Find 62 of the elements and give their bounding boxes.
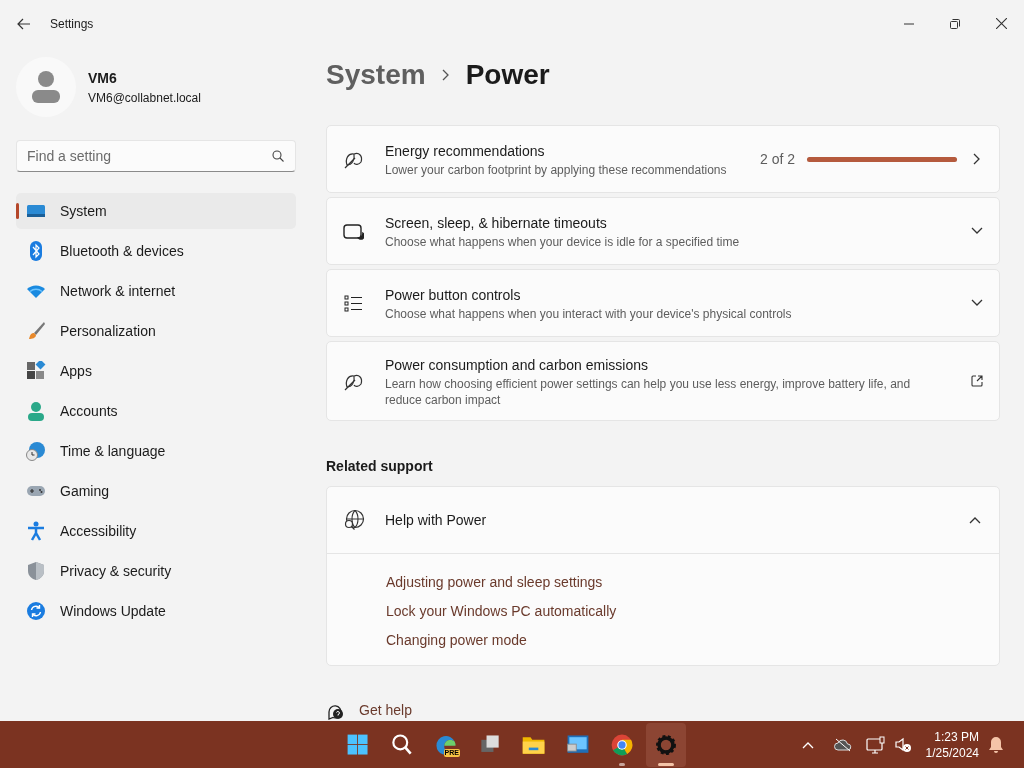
back-icon[interactable] bbox=[17, 16, 31, 31]
user-email: VM6@collabnet.local bbox=[88, 89, 201, 107]
card-description: Learn how choosing efficient power settings can help you use less energy, improve battery life, and reduce carbon impact bbox=[385, 375, 912, 408]
clock-date[interactable]: 1/25/2024 bbox=[925, 744, 979, 761]
paintbrush-icon bbox=[26, 321, 46, 341]
external-link-icon bbox=[971, 375, 983, 387]
setting-card[interactable]: Power button controls Choose what happens when you interact with your device's physical controls bbox=[326, 269, 1000, 337]
breadcrumb-link[interactable]: System bbox=[326, 54, 426, 96]
help-link[interactable]: Changing power mode bbox=[386, 630, 527, 650]
card-description: Choose what happens when you interact with your device's physical controls bbox=[385, 305, 793, 322]
nav-item[interactable]: System bbox=[16, 193, 296, 229]
search-field[interactable]: Find a setting bbox=[16, 140, 296, 172]
nav-item[interactable]: Apps bbox=[16, 353, 296, 389]
cloud-icon[interactable] bbox=[833, 737, 852, 752]
taskbar-button[interactable] bbox=[646, 723, 686, 767]
card-title: Power consumption and carbon emissions bbox=[385, 355, 650, 375]
windows-logo-icon[interactable] bbox=[345, 732, 371, 758]
nav-item[interactable]: Personalization bbox=[16, 313, 296, 349]
help-link[interactable]: Adjusting power and sleep settings bbox=[386, 572, 603, 592]
accessibility-icon bbox=[26, 521, 46, 541]
chevron-icon bbox=[441, 69, 450, 81]
person-icon bbox=[26, 401, 46, 421]
clock-time[interactable]: 1:23 PM bbox=[934, 728, 979, 745]
expander-title: Help with Power bbox=[385, 510, 487, 530]
bell-icon[interactable] bbox=[988, 735, 1004, 754]
get-help-link[interactable]: Get help bbox=[359, 700, 412, 721]
chrome-icon[interactable] bbox=[609, 732, 635, 758]
progress-count: 2 of 2 bbox=[759, 149, 795, 169]
page-title: Power bbox=[465, 58, 550, 92]
nav-item[interactable]: Accessibility bbox=[16, 513, 296, 549]
volume-muted-icon[interactable] bbox=[893, 735, 912, 754]
search-icon bbox=[272, 150, 284, 162]
nav-item[interactable]: Bluetooth & devices bbox=[16, 233, 296, 269]
close-icon[interactable] bbox=[995, 18, 1007, 29]
setting-card[interactable]: Energy recommendations Lower your carbon footprint by applying these recommendations 2 of 2 bbox=[326, 125, 1000, 193]
apps-icon bbox=[26, 361, 46, 381]
nav-item[interactable]: Network & internet bbox=[16, 273, 296, 309]
help-link[interactable]: Lock your Windows PC automatically bbox=[386, 601, 617, 621]
nav-item[interactable]: Accounts bbox=[16, 393, 296, 429]
chevron-up-icon[interactable] bbox=[801, 740, 814, 749]
list-icon bbox=[343, 292, 364, 314]
card-title: Power button controls bbox=[385, 285, 522, 305]
update-icon bbox=[26, 601, 46, 621]
section-heading: Related support bbox=[326, 457, 434, 476]
shield-icon bbox=[26, 561, 46, 581]
nav-item[interactable]: Gaming bbox=[16, 473, 296, 509]
window-title: Settings bbox=[50, 15, 94, 33]
user-name: VM6 bbox=[88, 68, 118, 88]
nav-item[interactable]: Privacy & security bbox=[16, 553, 296, 589]
nav-item[interactable]: Time & language bbox=[16, 433, 296, 469]
setting-card[interactable]: Power consumption and carbon emissions Learn how choosing efficient power settings can help you use less energy, improve battery life, and reduce carbon impact bbox=[326, 341, 1000, 421]
globe-search-icon bbox=[343, 509, 365, 531]
nav-item[interactable]: Windows Update bbox=[16, 593, 296, 629]
card-title: Screen, sleep, & hibernate timeouts bbox=[385, 213, 608, 233]
help-expander-header[interactable]: Help with Power bbox=[327, 487, 999, 554]
setting-card[interactable]: Screen, sleep, & hibernate timeouts Choose what happens when your device is idle for a specified time bbox=[326, 197, 1000, 265]
card-description: Lower your carbon footprint by applying these recommendations bbox=[385, 161, 728, 178]
restore-icon[interactable] bbox=[950, 18, 960, 29]
card-title: Energy recommendations bbox=[385, 141, 546, 161]
card-description: Choose what happens when your device is idle for a specified time bbox=[385, 233, 741, 250]
globe-clock-icon bbox=[26, 441, 46, 461]
network-icon[interactable] bbox=[865, 735, 886, 754]
